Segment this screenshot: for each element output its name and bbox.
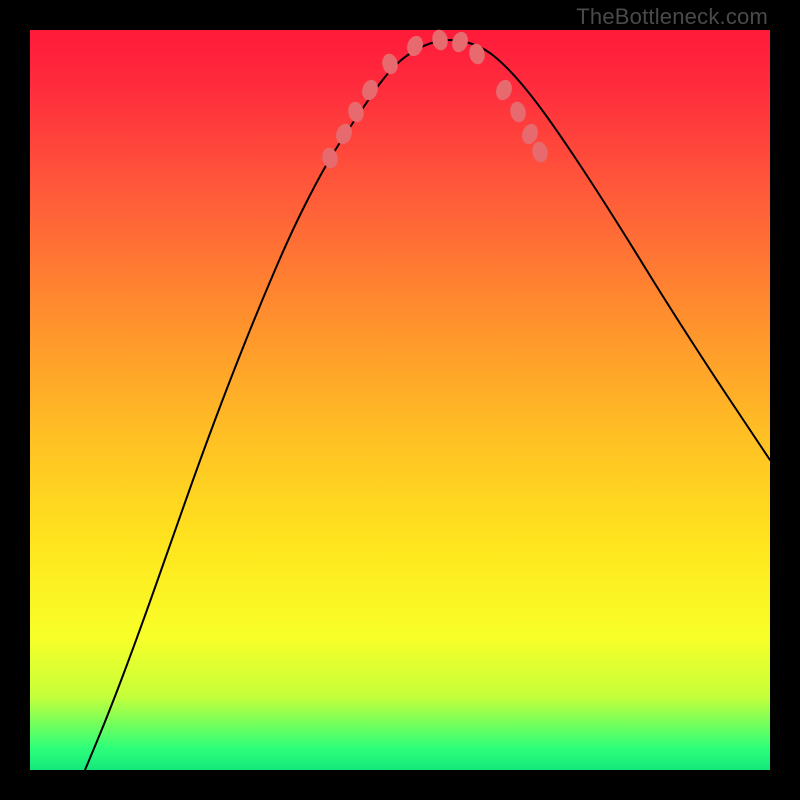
curve-layer — [30, 30, 770, 770]
curve-marker — [346, 100, 365, 123]
watermark-text: TheBottleneck.com — [576, 4, 768, 30]
plot-area — [30, 30, 770, 770]
curve-marker — [530, 140, 549, 163]
curve-marker — [320, 146, 339, 169]
chart-frame: TheBottleneck.com — [0, 0, 800, 800]
curve-marker — [467, 42, 486, 65]
curve-marker — [430, 28, 449, 51]
bottleneck-curve — [85, 40, 770, 770]
curve-marker — [494, 78, 515, 102]
curve-marker — [508, 100, 527, 123]
curve-marker — [450, 30, 471, 54]
curve-marker — [380, 52, 399, 75]
curve-marker — [360, 78, 381, 102]
marker-group — [320, 28, 549, 169]
